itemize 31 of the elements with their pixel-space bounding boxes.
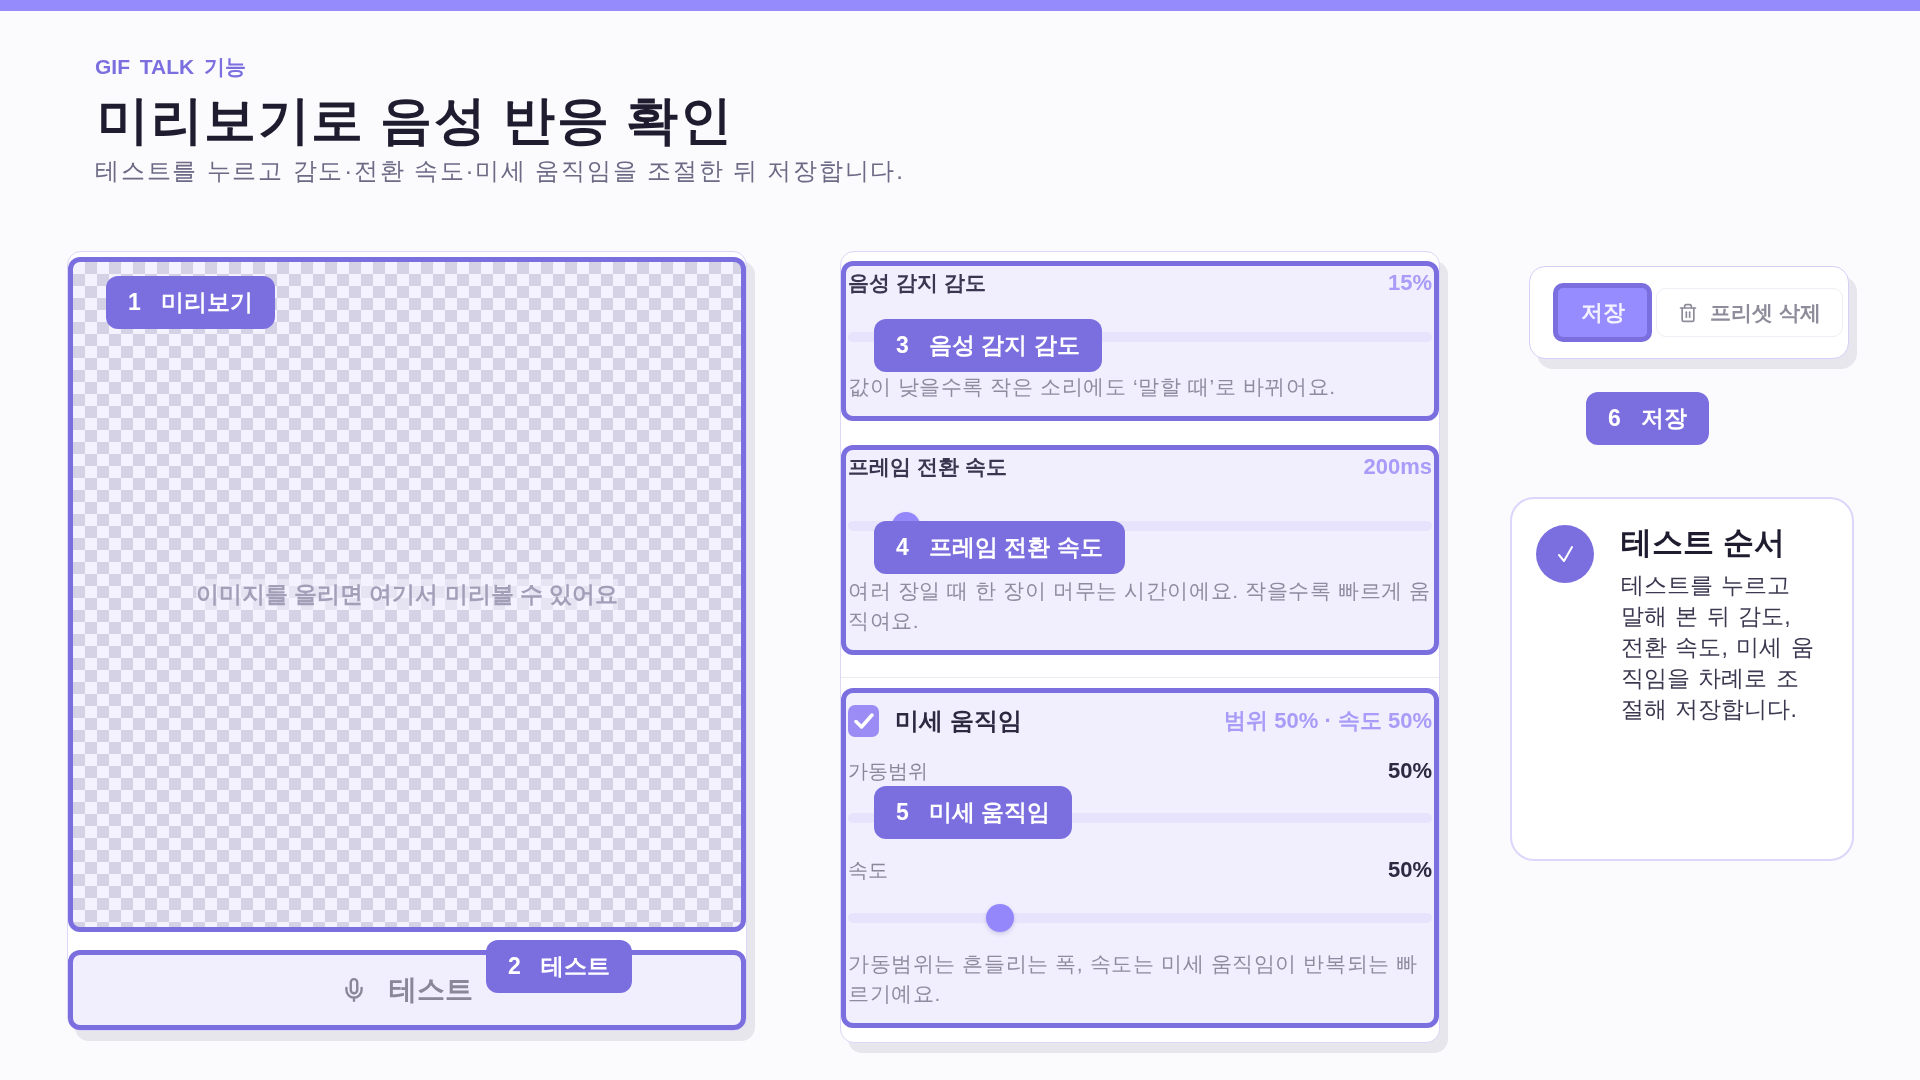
step-label: 프레임 전환 속도 [928,533,1103,562]
step-number: 5 [896,799,909,826]
step-label: 미세 움직임 [928,798,1051,827]
step-number: 2 [508,953,521,980]
slider-value: 50% [1387,758,1432,784]
setting-label: 미세 움직임 [895,706,1022,736]
slider-label: 속도 [848,857,888,883]
step-number: 4 [896,534,909,561]
slider-label: 가동범위 [848,758,928,784]
step-label: 음성 감지 감도 [928,331,1080,360]
tip-title: 테스트 순서 [1621,525,1786,561]
slider-value: 50% [1387,857,1432,883]
page-title: 미리보기로 음성 반응 확인 [97,90,734,151]
step-number: 6 [1608,405,1621,432]
setting-description: 여러 장일 때 한 장이 머무는 시간이에요. 작을수록 빠르게 움직여요. [848,578,1432,634]
page-subtitle: 테스트를 누르고 감도·전환 속도·미세 움직임을 조절한 뒤 저장합니다. [95,156,905,186]
setting-description: 가동범위는 흔들리는 폭, 속도는 미세 움직임이 반복되는 빠르기예요. [848,951,1419,1007]
setting-value: 200ms [1363,454,1432,480]
step-number: 1 [128,289,141,316]
eyebrow-label: GIF TALK 기능 [95,54,247,80]
step-label: 테스트 [540,952,610,981]
step-label: 저장 [1640,404,1687,433]
setting-value: 범위 50% · 속도 50% [1224,707,1432,735]
tip-body: 테스트를 누르고 말해 본 뒤 감도, 전환 속도, 미세 움직임을 차례로 조절해 저장합니다. [1621,571,1815,724]
setting-description: 값이 낮을수록 작은 소리에도 ‘말할 때’로 바뀌어요. [848,374,1337,400]
step-label: 미리보기 [160,288,253,317]
preview-placeholder-text: 이미지를 올리면 여기서 미리볼 수 있어요 [195,579,619,610]
step-number: 3 [896,332,909,359]
setting-label: 프레임 전환 속도 [848,454,1007,480]
setting-label: 음성 감지 감도 [848,270,986,296]
setting-value: 15% [1387,270,1432,296]
